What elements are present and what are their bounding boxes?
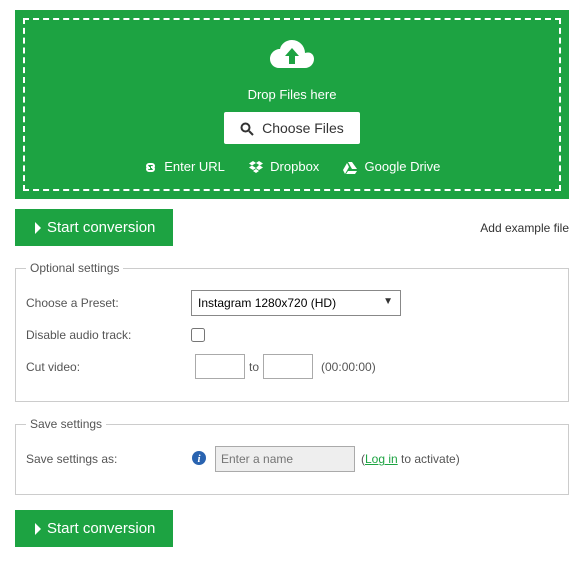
link-icon (144, 161, 157, 174)
choose-files-button[interactable]: Choose Files (224, 112, 360, 144)
cut-hint: (00:00:00) (321, 360, 376, 374)
cut-video-row: Cut video: to (00:00:00) (26, 354, 558, 379)
dropbox-icon (249, 161, 263, 174)
save-legend: Save settings (26, 417, 106, 431)
enter-url-button[interactable]: Enter URL (144, 159, 225, 174)
optional-settings-fieldset: Optional settings Choose a Preset: Insta… (15, 261, 569, 402)
info-icon[interactable]: i (191, 450, 207, 469)
action-row-top: Start conversion Add example file (15, 209, 569, 246)
preset-label: Choose a Preset: (26, 296, 191, 310)
chevron-right-icon (33, 221, 43, 235)
gdrive-button[interactable]: Google Drive (343, 159, 441, 174)
start-label: Start conversion (47, 520, 155, 537)
gdrive-icon (343, 162, 357, 174)
save-label: Save settings as: (26, 452, 191, 466)
drop-zone[interactable]: Drop Files here Choose Files Enter URL D… (23, 18, 561, 191)
cloud-upload-icon (270, 40, 314, 77)
preset-row: Choose a Preset: Instagram 1280x720 (HD) (26, 290, 558, 316)
optional-legend: Optional settings (26, 261, 123, 275)
disable-audio-label: Disable audio track: (26, 328, 191, 342)
login-text: (Log in to activate) (361, 452, 460, 466)
save-name-input (215, 446, 355, 472)
save-row: Save settings as: i (Log in to activate) (26, 446, 558, 472)
disable-audio-checkbox[interactable] (191, 328, 205, 342)
cut-video-label: Cut video: (26, 360, 191, 374)
chevron-right-icon (33, 522, 43, 536)
cut-start-input[interactable] (195, 354, 245, 379)
drop-text: Drop Files here (35, 87, 549, 102)
save-settings-fieldset: Save settings Save settings as: i (Log i… (15, 417, 569, 495)
gdrive-label: Google Drive (365, 159, 441, 174)
alt-sources: Enter URL Dropbox Google Drive (35, 159, 549, 174)
add-example-file-link[interactable]: Add example file (480, 221, 569, 235)
login-link[interactable]: Log in (365, 452, 398, 466)
start-label: Start conversion (47, 219, 155, 236)
enter-url-label: Enter URL (164, 159, 225, 174)
disable-audio-row: Disable audio track: (26, 328, 558, 342)
start-conversion-button-top[interactable]: Start conversion (15, 209, 173, 246)
cut-end-input[interactable] (263, 354, 313, 379)
dropbox-label: Dropbox (270, 159, 319, 174)
upload-area: Drop Files here Choose Files Enter URL D… (15, 10, 569, 199)
login-suffix: to activate) (398, 452, 460, 466)
cut-to-text: to (249, 360, 259, 374)
action-row-bottom: Start conversion (15, 510, 569, 547)
preset-select[interactable]: Instagram 1280x720 (HD) (191, 290, 401, 316)
choose-files-label: Choose Files (262, 120, 344, 136)
start-conversion-button-bottom[interactable]: Start conversion (15, 510, 173, 547)
search-icon (240, 122, 254, 136)
dropbox-button[interactable]: Dropbox (249, 159, 320, 174)
